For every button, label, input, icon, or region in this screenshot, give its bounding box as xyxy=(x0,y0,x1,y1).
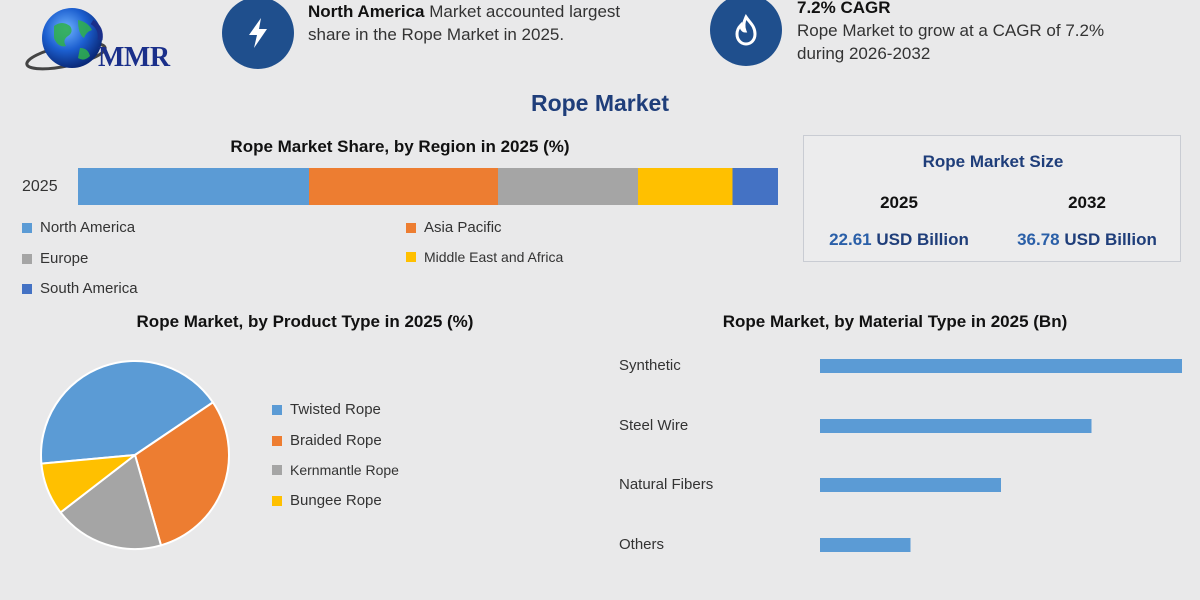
legend-swatch xyxy=(22,283,32,294)
region-stacked-bar xyxy=(78,168,778,205)
fact-cagr: 7.2% CAGR Rope Market to grow at a CAGR … xyxy=(797,0,1197,65)
value-unit: USD Billion xyxy=(871,230,969,249)
market-size-title: Rope Market Size xyxy=(922,152,1064,171)
market-size-year-2025: 2025 xyxy=(880,193,918,212)
legend-label: Twisted Rope xyxy=(290,401,381,418)
material-label-steel-wire: Steel Wire xyxy=(619,417,689,434)
legend-bungee-rope: Bungee Rope xyxy=(272,492,382,509)
region-bar-segment-asia-pacific xyxy=(309,168,498,205)
product-pie-chart xyxy=(40,360,230,550)
material-bar-chart xyxy=(820,359,1182,552)
material-chart-title: Rope Market, by Material Type in 2025 (B… xyxy=(722,312,1068,331)
market-size-box: Rope Market Size 2025 2032 22.61 USD Bil… xyxy=(803,135,1181,262)
legend-swatch xyxy=(22,253,32,264)
legend-north-america: North America xyxy=(22,219,135,236)
fact1-line1: Market accounted largest xyxy=(424,2,621,21)
market-size-value-2032: 36.78 USD Billion xyxy=(992,230,1182,250)
legend-europe: Europe xyxy=(22,250,88,267)
material-label-natural-fibers: Natural Fibers xyxy=(619,476,714,493)
material-bar-natural-fibers xyxy=(820,478,1001,492)
legend-twisted-rope: Twisted Rope xyxy=(272,401,381,418)
legend-kernmantle-rope: Kernmantle Rope xyxy=(272,462,399,478)
legend-swatch xyxy=(272,435,282,446)
legend-label: Kernmantle Rope xyxy=(290,462,399,478)
legend-swatch xyxy=(22,222,32,233)
legend-label: South America xyxy=(40,280,138,297)
fact2-line2: during 2026-2032 xyxy=(797,44,931,63)
region-chart-category-label: 2025 xyxy=(22,178,58,195)
legend-south-america: South America xyxy=(22,280,138,297)
lightning-icon xyxy=(222,0,294,69)
flame-icon xyxy=(710,0,782,66)
legend-swatch xyxy=(406,222,416,233)
brand-logo-text: MMR xyxy=(98,42,170,73)
material-bar-steel-wire xyxy=(820,419,1092,433)
region-chart-title: Rope Market Share, by Region in 2025 (%) xyxy=(230,137,570,156)
material-bar-others xyxy=(820,538,911,552)
legend-braided-rope: Braided Rope xyxy=(272,432,382,449)
legend-label: Middle East and Africa xyxy=(424,249,564,265)
region-bar-segment-middle-east-and-africa xyxy=(638,168,733,205)
legend-swatch xyxy=(272,404,282,415)
value-number: 36.78 xyxy=(1017,230,1060,249)
value-unit: USD Billion xyxy=(1059,230,1157,249)
fact-north-america: North America Market accounted largest s… xyxy=(308,0,688,46)
fact2-line1: Rope Market to grow at a CAGR of 7.2% xyxy=(797,21,1105,40)
legend-label: Braided Rope xyxy=(290,432,382,449)
legend-label: North America xyxy=(40,219,136,236)
legend-label: Bungee Rope xyxy=(290,492,382,509)
material-label-others: Others xyxy=(619,536,665,553)
material-label-synthetic: Synthetic xyxy=(619,357,681,374)
fact1-highlight: North America xyxy=(308,2,425,21)
page-title: Rope Market xyxy=(530,90,670,116)
legend-swatch xyxy=(272,495,282,506)
product-chart-title: Rope Market, by Product Type in 2025 (%) xyxy=(136,312,474,331)
market-size-value-2025: 22.61 USD Billion xyxy=(804,230,994,250)
legend-swatch xyxy=(406,252,416,262)
fact2-highlight: 7.2% CAGR xyxy=(797,0,891,17)
legend-label: Asia Pacific xyxy=(424,219,502,236)
market-size-year-2032: 2032 xyxy=(1068,193,1106,212)
material-bar-synthetic xyxy=(820,359,1182,373)
fact1-line2: share in the Rope Market in 2025. xyxy=(308,25,565,44)
region-bar-segment-south-america xyxy=(732,168,778,205)
legend-label: Europe xyxy=(40,250,89,267)
legend-asia-pacific: Asia Pacific xyxy=(406,219,502,236)
region-bar-segment-europe xyxy=(498,168,638,205)
value-number: 22.61 xyxy=(829,230,872,249)
legend-swatch xyxy=(272,465,282,475)
region-bar-segment-north-america xyxy=(78,168,309,205)
legend-middle-east-africa: Middle East and Africa xyxy=(406,249,563,265)
